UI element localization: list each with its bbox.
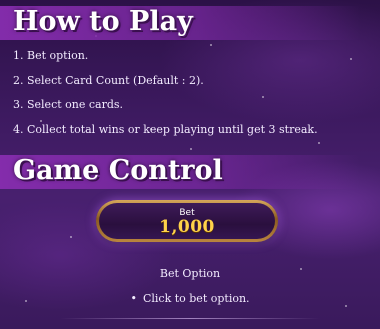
bullet-icon: • (130, 292, 137, 305)
how-to-play-header: How to Play (0, 6, 360, 40)
how-to-play-steps: 1. Bet option. 2. Select Card Count (Def… (13, 50, 318, 148)
bet-amount: 1,000 (159, 217, 215, 237)
step-item: 4. Collect total wins or keep playing un… (13, 122, 318, 136)
divider (60, 318, 320, 319)
bet-option-title: Bet Option (159, 267, 221, 280)
bet-button[interactable]: Bet 1,000 (96, 200, 278, 242)
step-item: 2. Select Card Count (Default : 2). (13, 73, 204, 87)
bet-option-text: Click to bet option. (142, 292, 250, 305)
game-control-title: Game Control (13, 155, 223, 186)
how-to-play-title: How to Play (13, 6, 193, 37)
game-control-header: Game Control (0, 155, 360, 189)
step-item: 1. Bet option. (13, 49, 89, 62)
bet-option-description: • Click to bet option. (0, 293, 380, 305)
step-item: 3. Select one cards. (13, 98, 124, 111)
bet-button-face: Bet 1,000 (99, 203, 275, 239)
